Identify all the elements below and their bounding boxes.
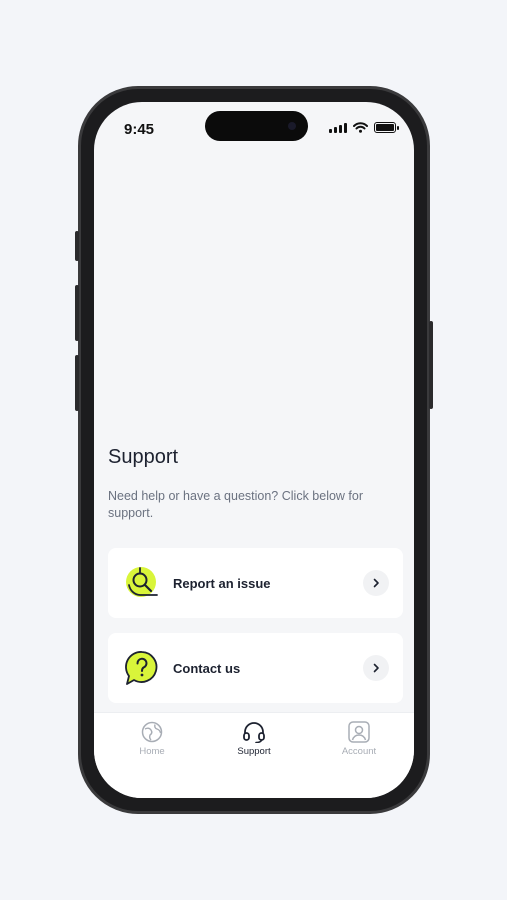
report-issue-card[interactable]: Report an issue [108,548,403,618]
dynamic-island [205,111,308,141]
tab-support-label: Support [237,746,271,757]
chevron-right-icon[interactable] [363,570,389,596]
power-button [429,321,433,409]
battery-icon [374,122,399,133]
report-issue-label: Report an issue [173,575,271,591]
globe-icon [141,721,163,743]
volume-down-button [75,355,79,411]
tab-account-label: Account [341,746,377,757]
screen: 9:45 Support Need help or have a questio… [94,102,414,798]
status-time: 9:45 [124,121,155,138]
status-icons [329,122,399,133]
tab-support[interactable]: Support [214,721,294,757]
signal-icon [329,122,347,133]
wifi-icon [353,122,368,133]
page-subtitle: Need help or have a question? Click belo… [108,489,364,520]
chevron-right-icon[interactable] [363,655,389,681]
tab-home-label: Home [139,746,165,757]
tab-home[interactable]: Home [112,721,192,757]
user-icon [348,721,370,743]
page-title: Support [108,446,179,468]
search-issue-icon [126,567,158,597]
mute-switch [75,231,79,261]
tab-account[interactable]: Account [319,721,399,757]
tab-bar: Home Support Account [94,712,414,798]
contact-us-card[interactable]: Contact us [108,633,403,703]
volume-up-button [75,285,79,341]
headset-icon [243,722,265,743]
question-bubble-icon [125,651,158,685]
contact-us-label: Contact us [173,660,241,676]
phone-frame: 9:45 Support Need help or have a questio… [75,86,433,814]
